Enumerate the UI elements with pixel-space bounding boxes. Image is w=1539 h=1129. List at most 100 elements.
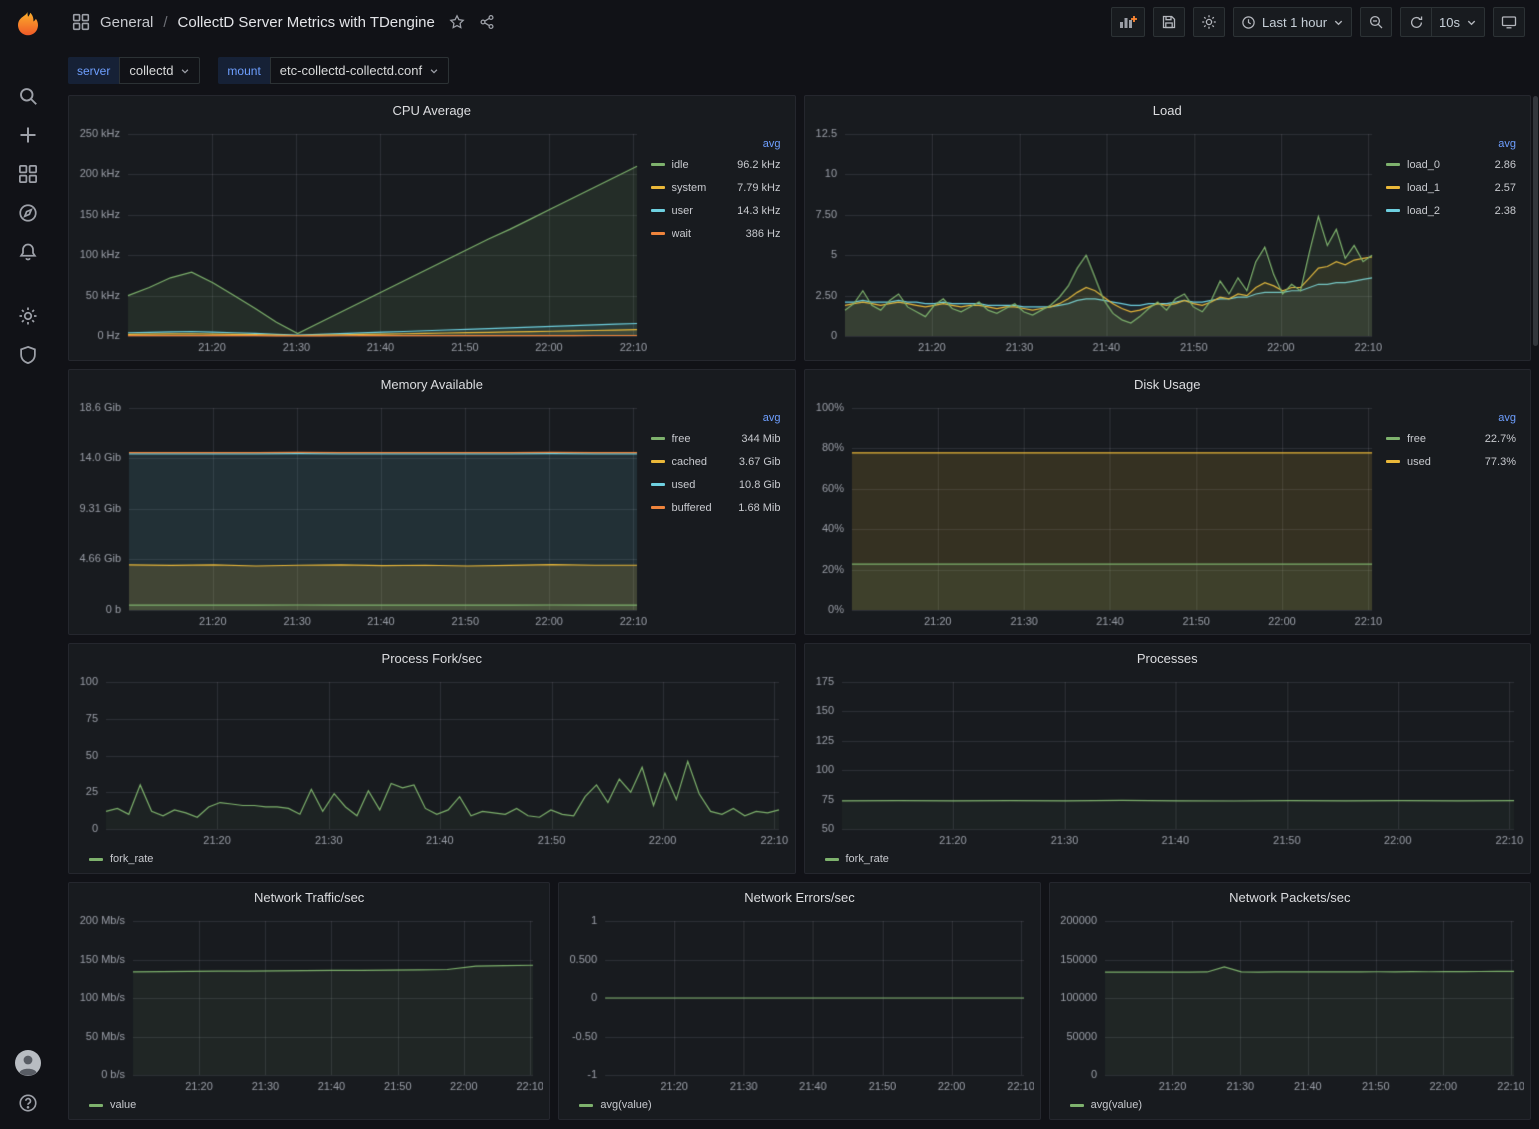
series-color-dash: [825, 858, 839, 861]
cpu-average-chart[interactable]: [73, 124, 647, 356]
cycle-view-button[interactable]: [1493, 7, 1525, 37]
legend-series-label[interactable]: user: [672, 205, 738, 217]
time-range-picker[interactable]: Last 1 hour: [1233, 7, 1352, 37]
legend-series-avg-value: 14.3 kHz: [737, 205, 782, 217]
search-icon[interactable]: [16, 84, 40, 108]
share-icon[interactable]: [479, 14, 495, 30]
legend-avg-header[interactable]: avg: [763, 412, 781, 424]
panel-header[interactable]: Network Traffic/sec: [69, 883, 549, 911]
refresh-button[interactable]: [1400, 7, 1432, 37]
network-packets-legend: avg(value): [1054, 1095, 1524, 1115]
process-fork-legend: fork_rate: [73, 849, 789, 869]
legend-item-value[interactable]: value: [89, 1099, 136, 1111]
refresh-group: 10s: [1400, 7, 1485, 37]
explore-icon[interactable]: [16, 201, 40, 225]
network-traffic-chart[interactable]: [73, 911, 543, 1095]
legend-series-label[interactable]: cached: [672, 456, 739, 468]
legend-series-label: avg(value): [1091, 1099, 1142, 1111]
panel-title: Load: [1153, 103, 1182, 118]
legend-item-cached: cached3.67 Gib: [651, 450, 783, 473]
legend-series-avg-value: 96.2 kHz: [737, 159, 782, 171]
processes-chart[interactable]: [809, 672, 1525, 849]
variable-server-picker[interactable]: collectd: [119, 57, 200, 84]
alerting-icon[interactable]: [16, 240, 40, 264]
panel-header[interactable]: Network Packets/sec: [1050, 883, 1530, 911]
network-errors-chart[interactable]: [563, 911, 1033, 1095]
network-traffic-legend: value: [73, 1095, 543, 1115]
legend-series-label[interactable]: free: [672, 433, 742, 445]
panel-header[interactable]: Process Fork/sec: [69, 644, 795, 672]
panel-header[interactable]: Memory Available: [69, 370, 795, 398]
breadcrumb-folder[interactable]: General: [100, 14, 153, 31]
configuration-icon[interactable]: [16, 304, 40, 328]
dashboards-icon[interactable]: [16, 162, 40, 186]
caret-down-icon: [180, 66, 190, 76]
series-color-dash: [651, 209, 665, 212]
legend-series-label[interactable]: load_1: [1407, 182, 1495, 194]
star-icon[interactable]: [449, 14, 465, 30]
add-panel-button[interactable]: [1111, 7, 1145, 37]
legend-series-label[interactable]: used: [672, 479, 739, 491]
variables-row: server collectd mount etc-collectd-colle…: [68, 44, 1531, 95]
create-icon[interactable]: [16, 123, 40, 147]
grafana-logo[interactable]: [12, 8, 44, 40]
refresh-interval-picker[interactable]: 10s: [1432, 7, 1485, 37]
panel-header[interactable]: Network Errors/sec: [559, 883, 1039, 911]
legend-avg-header[interactable]: avg: [1498, 412, 1516, 424]
legend-series-label[interactable]: used: [1407, 456, 1485, 468]
dashboard-settings-button[interactable]: [1193, 7, 1225, 37]
legend-series-avg-value: 77.3%: [1485, 456, 1518, 468]
legend-series-label[interactable]: load_0: [1407, 159, 1495, 171]
legend-series-label: fork_rate: [110, 853, 153, 865]
legend-series-label[interactable]: buffered: [672, 502, 739, 514]
legend-series-label[interactable]: wait: [672, 228, 746, 240]
cpu-average-legend: avgidle96.2 kHzsystem7.79 kHzuser14.3 kH…: [647, 124, 789, 356]
series-color-dash: [651, 437, 665, 440]
network-packets-chart[interactable]: [1054, 911, 1524, 1095]
legend-series-avg-value: 3.67 Gib: [739, 456, 783, 468]
legend-item-avg-value-[interactable]: avg(value): [579, 1099, 651, 1111]
legend-item-fork-rate[interactable]: fork_rate: [89, 853, 153, 865]
series-color-dash: [1386, 209, 1400, 212]
series-color-dash: [651, 163, 665, 166]
zoom-out-button[interactable]: [1360, 7, 1392, 37]
legend-item-avg-value-[interactable]: avg(value): [1070, 1099, 1142, 1111]
legend-series-label[interactable]: load_2: [1407, 205, 1495, 217]
series-color-dash: [89, 858, 103, 861]
panel-header[interactable]: CPU Average: [69, 96, 795, 124]
panel-title: Network Errors/sec: [744, 890, 855, 905]
legend-item-fork-rate[interactable]: fork_rate: [825, 853, 889, 865]
legend-series-label[interactable]: system: [672, 182, 738, 194]
server-admin-icon[interactable]: [16, 343, 40, 367]
legend-item-free: free344 Mib: [651, 427, 783, 450]
panel-process-fork: Process Fork/sec fork_rate: [68, 643, 796, 874]
save-dashboard-button[interactable]: [1153, 7, 1185, 37]
legend-series-label[interactable]: free: [1407, 433, 1485, 445]
panel-header[interactable]: Disk Usage: [805, 370, 1531, 398]
help-icon[interactable]: [16, 1091, 40, 1115]
caret-down-icon: [1466, 17, 1477, 28]
network-errors-legend: avg(value): [563, 1095, 1033, 1115]
panel-header[interactable]: Processes: [805, 644, 1531, 672]
legend-series-label[interactable]: idle: [672, 159, 738, 171]
legend-series-avg-value: 344 Mib: [741, 433, 782, 445]
series-color-dash: [1386, 163, 1400, 166]
panel-title: Memory Available: [381, 377, 483, 392]
apps-icon[interactable]: [72, 13, 90, 31]
memory-available-chart[interactable]: [73, 398, 647, 630]
legend-avg-header[interactable]: avg: [763, 138, 781, 150]
legend-item-load-2: load_22.38: [1386, 199, 1518, 222]
avatar[interactable]: [14, 1049, 42, 1077]
sidebar-bottom: [14, 1049, 42, 1115]
panel-header[interactable]: Load: [805, 96, 1531, 124]
series-color-dash: [1386, 186, 1400, 189]
variable-mount-picker[interactable]: etc-collectd-collectd.conf: [270, 57, 449, 84]
variable-mount-value: etc-collectd-collectd.conf: [280, 63, 422, 78]
page-scrollbar[interactable]: [1533, 96, 1538, 346]
time-range-label: Last 1 hour: [1262, 15, 1327, 30]
disk-usage-chart[interactable]: [809, 398, 1383, 630]
process-fork-chart[interactable]: [73, 672, 789, 849]
legend-avg-header[interactable]: avg: [1498, 138, 1516, 150]
series-color-dash: [1386, 437, 1400, 440]
load-chart[interactable]: [809, 124, 1383, 356]
